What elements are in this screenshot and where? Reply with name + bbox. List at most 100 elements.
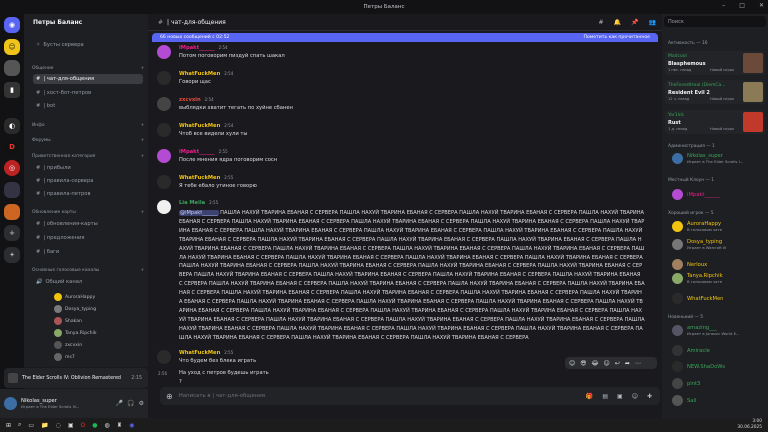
mark-read-button[interactable]: Пометить как прочитанное [584,35,650,40]
minimize-icon[interactable]: – [722,2,725,9]
reaction-icon[interactable]: 😊 [569,360,575,367]
avatar[interactable] [157,200,171,214]
members-icon[interactable]: 👥 [649,19,656,26]
member-item[interactable]: amazing___ Играет в Jurassic World E... [672,325,740,336]
activity-card[interactable]: The Elder Scrolls IV: Oblivion Remastere… [4,368,148,388]
opera-icon[interactable]: O [80,422,85,429]
message-input[interactable]: ⊕ Написать в | чат-для-общения 🎁 ▤ ▣ ☺ ✚ [160,387,660,405]
voice-user[interactable]: Dosya_typing [54,305,96,313]
channel-map-updates[interactable]: # | обновления-карты [33,219,143,229]
channel-rules-petrov[interactable]: # | правила-петров [33,189,143,199]
add-reaction-icon[interactable]: ☺ [604,360,610,367]
discord-icon[interactable]: ◉ [129,422,134,429]
clock[interactable]: 3:00 30.06.2025 [737,419,762,430]
steam-icon[interactable]: ◍ [104,422,109,429]
game-activity[interactable]: Madcool Blasphemous 1 нес. назад Новый и… [665,51,765,75]
user-mention[interactable]: @iMpakt______ [179,210,219,216]
member-item[interactable]: Nikolas_super Играет в The Elder Scrolls … [672,153,743,164]
voice-user[interactable]: ms7 [54,353,75,361]
headphones-icon[interactable]: 🎧 [127,400,134,407]
channel-suggestions[interactable]: # | предложения [33,233,143,243]
add-server-icon[interactable]: + [4,225,20,241]
reaction-icon[interactable]: 😂 [592,360,599,367]
new-messages-bar[interactable]: 66 новых сообщений с 02:52 Пометить как … [152,33,658,42]
avatar[interactable] [157,71,171,85]
emoji-icon[interactable]: ☺ [632,393,638,400]
game-activity[interactable]: TheForestHeal (DiemCa... Resident Evil 2… [665,80,765,104]
category-welcome[interactable]: Приветственная категория + [32,154,144,159]
forward-icon[interactable]: ➦ [625,360,630,367]
category-voice[interactable]: Основные голосовые каналы + [32,268,144,273]
member-item[interactable]: AuroraHappy В голосовом чате [672,221,722,232]
reaction-icon[interactable]: 😎 [580,360,586,367]
category-forums[interactable]: Форумы + [32,138,144,143]
windows-start-icon[interactable]: ⊞ [6,422,11,429]
avatar[interactable] [157,350,171,364]
pin-icon[interactable]: 📌 [631,19,638,26]
bell-icon[interactable]: 🔔 [614,19,621,26]
server-icon[interactable]: ◐ [4,118,20,134]
sticker-icon[interactable]: ▣ [617,393,623,400]
task-view-icon[interactable]: ▭ [28,422,34,429]
channel-bot[interactable]: # | bot [33,101,143,111]
voice-user[interactable]: Tanya.Ripchik [54,329,97,337]
member-item[interactable]: Nerloux [672,259,707,270]
search-icon[interactable]: ⌕ [18,421,21,429]
server-icon[interactable] [4,60,20,76]
avatar[interactable] [157,175,171,189]
server-icon[interactable] [4,204,20,220]
gear-icon[interactable]: ⚙ [139,400,144,407]
member-item[interactable]: Sali [672,395,696,406]
maximize-icon[interactable]: □ [739,2,745,9]
server-icon[interactable]: D [4,139,20,155]
member-item[interactable]: pint3 [672,378,700,389]
search-input[interactable]: Поиск [664,16,766,27]
avatar[interactable] [157,97,171,111]
member-item[interactable]: Amiracle [672,345,710,356]
edge-icon[interactable]: ◌ [56,422,61,429]
app-icon[interactable]: ▣ [68,422,74,429]
close-icon[interactable]: ✕ [759,2,764,9]
apps-icon[interactable]: ✚ [647,393,652,400]
more-icon[interactable]: ⋯ [635,360,641,367]
explore-icon[interactable]: ✦ [4,247,20,263]
discord-home-icon[interactable]: ◉ [4,17,20,33]
gif-icon[interactable]: ▤ [602,393,608,400]
avatar[interactable] [157,123,171,137]
game-activity[interactable]: Yar1Ick Rust 1 д. назад Новый игрок [665,110,765,134]
server-icon[interactable] [4,182,20,198]
avatar[interactable] [4,397,17,410]
voice-user[interactable]: Shakan [54,317,82,325]
threads-icon[interactable]: # [599,19,604,26]
member-item[interactable]: WhatFuckMen [672,293,723,304]
channel-profits[interactable]: # | прибыли [33,163,143,173]
channel-chat[interactable]: # | чат-для-общения [33,74,143,84]
app-icon[interactable]: ♜ [117,422,122,429]
server-icon[interactable]: ▮ [4,82,20,98]
gift-icon[interactable]: 🎁 [586,393,593,400]
member-item[interactable]: Dosya_typing Играет в Warcraft III [672,239,726,250]
channel-bugs[interactable]: # | баги [33,247,143,257]
member-item[interactable]: NEW.ShaDoWs [672,361,725,372]
server-name[interactable]: Петры Баланс [24,14,148,30]
voice-channel-general[interactable]: 🔊 Общий канал [33,277,143,287]
voice-user[interactable]: zxcvxin [54,341,82,349]
server-icon[interactable]: ☺ [4,39,20,55]
channel-rules-server[interactable]: # | правила-сервера [33,176,143,186]
explorer-icon[interactable]: 📁 [41,422,48,429]
category-general[interactable]: Общение + [32,66,144,71]
category-info[interactable]: Инфо + [32,123,144,128]
avatar[interactable] [157,45,171,59]
member-item[interactable]: iMpakt______ [672,189,720,200]
reply-icon[interactable]: ↩ [615,360,620,367]
server-icon[interactable]: ◎ [4,160,20,176]
avatar[interactable] [157,149,171,163]
voice-user[interactable]: AuroraHappy [54,293,95,301]
member-item[interactable]: Tanya.Ripchik В голосовом чате [672,273,723,284]
plus-icon[interactable]: ⊕ [166,392,173,401]
server-boosts[interactable]: ✧ Бусты сервера [33,40,143,50]
microphone-icon[interactable]: 🎤 [116,400,123,407]
spotify-icon[interactable]: ● [92,422,97,429]
channel-host-bot[interactable]: # | хост-бот-петров [33,88,143,98]
category-map-updates[interactable]: Обновление карты + [32,210,144,215]
